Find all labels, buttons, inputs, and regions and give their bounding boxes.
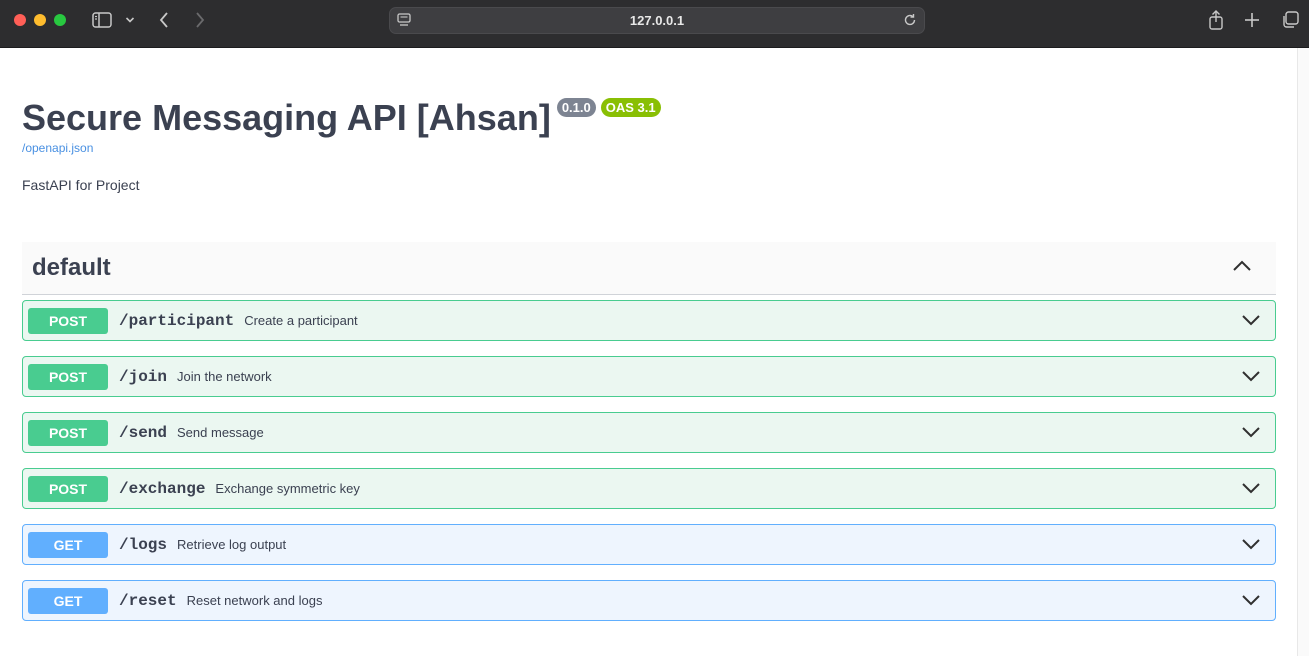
chevron-down-icon[interactable] <box>1241 369 1261 388</box>
method-badge: POST <box>28 364 108 390</box>
api-title: Secure Messaging API [Ahsan] <box>22 97 551 138</box>
forward-icon[interactable] <box>190 8 210 32</box>
minimize-window-button[interactable] <box>34 14 46 26</box>
operation-summary: Send message <box>177 425 264 440</box>
tab-overview-icon[interactable] <box>1280 8 1300 32</box>
chevron-down-icon[interactable] <box>1241 537 1261 556</box>
operation-send[interactable]: POST /send Send message <box>22 412 1276 453</box>
operation-summary: Retrieve log output <box>177 537 287 552</box>
openapi-json-link[interactable]: /openapi.json <box>22 141 93 155</box>
method-badge: GET <box>28 588 108 614</box>
operation-logs[interactable]: GET /logs Retrieve log output <box>22 524 1276 565</box>
operation-path: /logs Retrieve log output <box>119 536 287 554</box>
tag-section-header[interactable]: default <box>22 242 1276 295</box>
browser-toolbar: 127.0.0.1 <box>0 0 1309 48</box>
operation-summary: Exchange symmetric key <box>215 481 360 496</box>
reload-icon[interactable] <box>903 13 917 32</box>
method-badge: POST <box>28 308 108 334</box>
address-bar[interactable]: 127.0.0.1 <box>389 7 925 34</box>
operation-path: /exchange Exchange symmetric key <box>119 480 360 498</box>
zoom-window-button[interactable] <box>54 14 66 26</box>
operation-summary: Create a participant <box>244 313 358 328</box>
operation-summary: Reset network and logs <box>186 593 323 608</box>
share-icon[interactable] <box>1206 8 1226 32</box>
close-window-button[interactable] <box>14 14 26 26</box>
method-badge: POST <box>28 476 108 502</box>
scrollbar[interactable] <box>1297 48 1309 656</box>
operation-reset[interactable]: GET /reset Reset network and logs <box>22 580 1276 621</box>
operation-summary: Join the network <box>177 369 272 384</box>
operation-path: /send Send message <box>119 424 264 442</box>
chevron-down-icon[interactable] <box>1241 593 1261 612</box>
operation-path: /reset Reset network and logs <box>119 592 323 610</box>
operation-exchange[interactable]: POST /exchange Exchange symmetric key <box>22 468 1276 509</box>
version-badge: 0.1.0 <box>556 98 596 117</box>
chevron-up-icon[interactable] <box>1232 258 1252 277</box>
address-url: 127.0.0.1 <box>629 13 685 28</box>
api-title-row: Secure Messaging API [Ahsan] 0.1.0 OAS 3… <box>22 96 661 140</box>
new-tab-icon[interactable] <box>1242 8 1262 32</box>
operation-join[interactable]: POST /join Join the network <box>22 356 1276 397</box>
sidebar-icon[interactable] <box>90 8 114 32</box>
method-badge: GET <box>28 532 108 558</box>
operation-path: /participant Create a participant <box>119 312 358 330</box>
api-description: FastAPI for Project <box>22 177 140 193</box>
back-icon[interactable] <box>154 8 174 32</box>
chevron-down-icon[interactable] <box>122 8 138 32</box>
tag-name: default <box>32 254 111 281</box>
operation-participant[interactable]: POST /participant Create a participant <box>22 300 1276 341</box>
chevron-down-icon[interactable] <box>1241 313 1261 332</box>
method-badge: POST <box>28 420 108 446</box>
oas-badge: OAS 3.1 <box>600 98 661 117</box>
operation-path: /join Join the network <box>119 368 272 386</box>
chevron-down-icon[interactable] <box>1241 481 1261 500</box>
chevron-down-icon[interactable] <box>1241 425 1261 444</box>
